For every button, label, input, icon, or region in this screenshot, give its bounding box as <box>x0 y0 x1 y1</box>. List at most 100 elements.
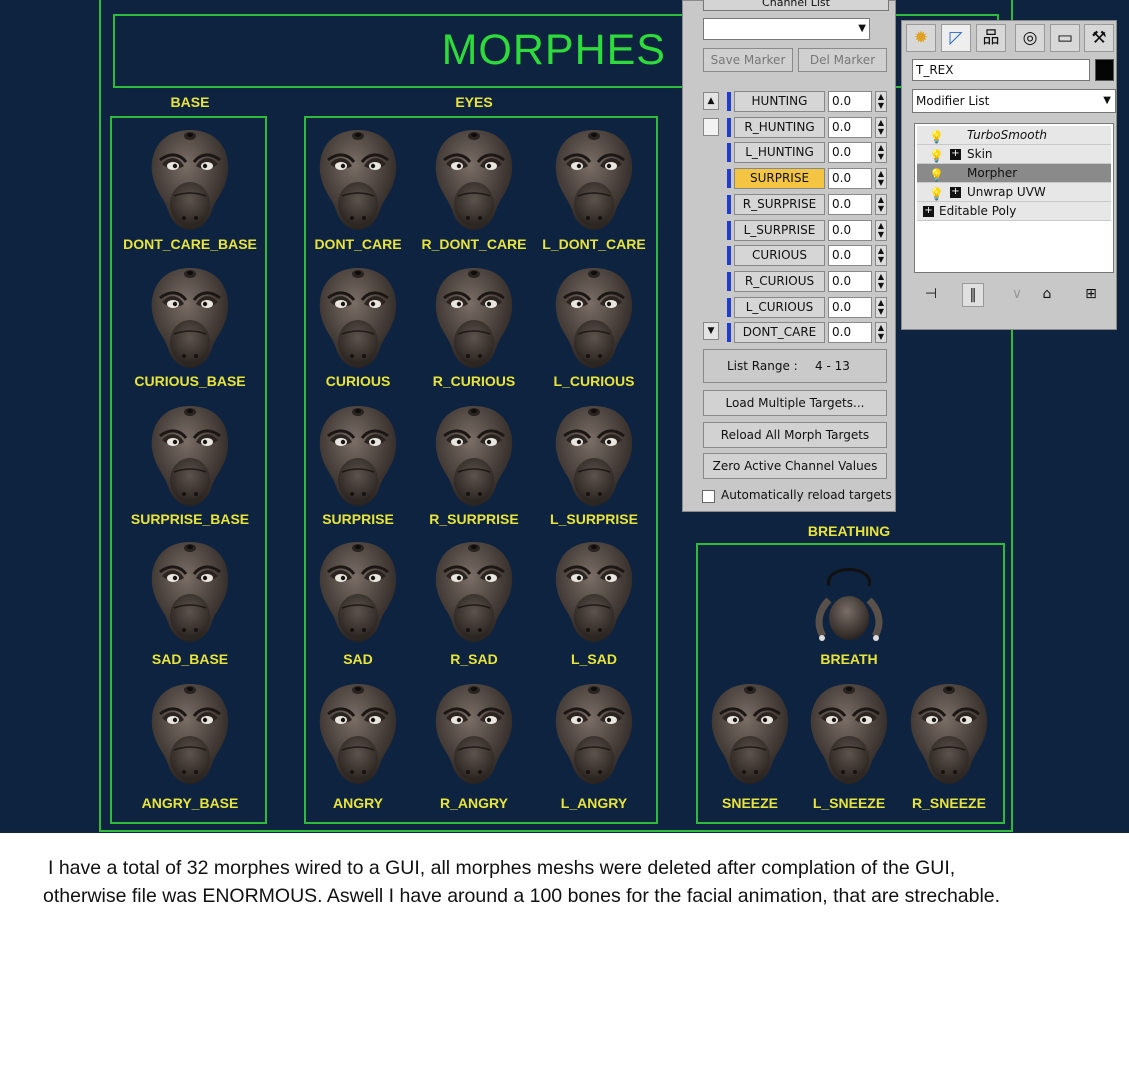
channel-name-button[interactable]: R_SURPRISE <box>734 194 825 215</box>
eyes-morph-2-2-label[interactable]: L_SURPRISE <box>550 511 638 527</box>
channel-row[interactable]: SURPRISE 0.0 ▲ ▼ <box>703 167 889 189</box>
eyes-morph-0-0-thumbnail[interactable] <box>312 124 404 232</box>
base-morph-1-thumbnail[interactable] <box>144 262 236 370</box>
channel-name-button[interactable]: CURIOUS <box>734 245 825 266</box>
channel-value-spinner[interactable]: ▲ ▼ <box>875 168 887 189</box>
eyes-morph-2-0-label[interactable]: SURPRISE <box>322 511 394 527</box>
channel-name-button[interactable]: L_SURPRISE <box>734 220 825 241</box>
channel-value-field[interactable]: 0.0 <box>828 117 872 138</box>
tab-motion[interactable]: ◎ <box>1015 24 1045 52</box>
channel-value-field[interactable]: 0.0 <box>828 322 872 343</box>
channel-row[interactable]: L_SURPRISE 0.0 ▲ ▼ <box>703 219 889 241</box>
viewport[interactable]: MORPHES BASE EYES BREATHING DONT_CARE_BA… <box>0 0 1129 833</box>
zero-active-channel-values-button[interactable]: Zero Active Channel Values <box>703 453 887 479</box>
base-morph-0-thumbnail[interactable] <box>144 124 236 232</box>
eyes-morph-3-2-label[interactable]: L_SAD <box>571 651 617 667</box>
stack-item-unwrap-uvw[interactable]: 💡 + Unwrap UVW <box>917 183 1111 202</box>
channel-row[interactable]: R_SURPRISE 0.0 ▲ ▼ <box>703 193 889 215</box>
channel-value-spinner[interactable]: ▲ ▼ <box>875 322 887 343</box>
sneeze-morph-0-thumbnail[interactable] <box>704 678 796 786</box>
channel-value-field[interactable]: 0.0 <box>828 168 872 189</box>
sneeze-morph-2-label[interactable]: R_SNEEZE <box>912 795 986 811</box>
channel-value-field[interactable]: 0.0 <box>828 245 872 266</box>
eyes-morph-2-2-thumbnail[interactable] <box>548 400 640 508</box>
channel-row[interactable]: HUNTING 0.0 ▲ ▼ <box>703 90 889 112</box>
tab-create[interactable]: ✹ <box>906 24 936 52</box>
auto-reload-checkbox[interactable] <box>702 490 715 503</box>
channel-name-button[interactable]: R_HUNTING <box>734 117 825 138</box>
eyes-morph-4-2-label[interactable]: L_ANGRY <box>561 795 627 811</box>
channel-value-field[interactable]: 0.0 <box>828 220 872 241</box>
eyes-morph-1-2-label[interactable]: L_CURIOUS <box>554 373 635 389</box>
modifier-list-dropdown[interactable]: Modifier List ▼ <box>912 89 1116 113</box>
channel-value-field[interactable]: 0.0 <box>828 142 872 163</box>
channel-value-field[interactable]: 0.0 <box>828 194 872 215</box>
tab-hierarchy[interactable]: 品 <box>976 24 1006 52</box>
channel-name-button[interactable]: L_CURIOUS <box>734 297 825 318</box>
sneeze-morph-1-label[interactable]: L_SNEEZE <box>813 795 885 811</box>
object-color-swatch[interactable] <box>1095 59 1114 81</box>
channel-value-field[interactable]: 0.0 <box>828 297 872 318</box>
sneeze-morph-2-thumbnail[interactable] <box>903 678 995 786</box>
tab-display[interactable]: ▭ <box>1050 24 1080 52</box>
stack-item-morpher[interactable]: 💡 Morpher <box>917 164 1111 183</box>
eyes-morph-4-2-thumbnail[interactable] <box>548 678 640 786</box>
pin-stack-button[interactable]: ⊣ <box>920 283 942 307</box>
channel-value-spinner[interactable]: ▲ ▼ <box>875 297 887 318</box>
del-marker-button[interactable]: Del Marker <box>798 48 887 72</box>
eyes-morph-3-1-label[interactable]: R_SAD <box>450 651 497 667</box>
channel-row[interactable]: L_CURIOUS 0.0 ▲ ▼ <box>703 296 889 318</box>
eyes-morph-1-2-thumbnail[interactable] <box>548 262 640 370</box>
channel-name-button[interactable]: HUNTING <box>734 91 825 112</box>
channel-value-spinner[interactable]: ▲ ▼ <box>875 194 887 215</box>
show-end-result-button[interactable]: ‖ <box>962 283 984 307</box>
eyes-morph-3-1-thumbnail[interactable] <box>428 536 520 644</box>
channel-row[interactable]: R_HUNTING 0.0 ▲ ▼ <box>703 116 889 138</box>
marker-dropdown[interactable]: ▼ <box>703 18 870 40</box>
eyes-morph-4-1-thumbnail[interactable] <box>428 678 520 786</box>
base-morph-1-label[interactable]: CURIOUS_BASE <box>134 373 245 389</box>
eyes-morph-2-1-label[interactable]: R_SURPRISE <box>429 511 518 527</box>
eyes-morph-0-1-label[interactable]: R_DONT_CARE <box>421 236 526 252</box>
eyes-morph-1-0-label[interactable]: CURIOUS <box>326 373 391 389</box>
eyes-morph-0-2-thumbnail[interactable] <box>548 124 640 232</box>
eyes-morph-3-2-thumbnail[interactable] <box>548 536 640 644</box>
channel-value-field[interactable]: 0.0 <box>828 91 872 112</box>
breath-label[interactable]: BREATH <box>820 651 877 667</box>
eyes-morph-1-1-thumbnail[interactable] <box>428 262 520 370</box>
eyes-morph-3-0-thumbnail[interactable] <box>312 536 404 644</box>
expand-icon[interactable]: + <box>923 206 934 217</box>
base-morph-4-label[interactable]: ANGRY_BASE <box>142 795 239 811</box>
eyes-morph-2-0-thumbnail[interactable] <box>312 400 404 508</box>
eyes-morph-1-0-thumbnail[interactable] <box>312 262 404 370</box>
sneeze-morph-1-thumbnail[interactable] <box>803 678 895 786</box>
channel-value-spinner[interactable]: ▲ ▼ <box>875 271 887 292</box>
channel-row[interactable]: R_CURIOUS 0.0 ▲ ▼ <box>703 270 889 292</box>
channel-value-spinner[interactable]: ▲ ▼ <box>875 220 887 241</box>
channel-row[interactable]: L_HUNTING 0.0 ▲ ▼ <box>703 141 889 163</box>
channel-value-spinner[interactable]: ▲ ▼ <box>875 245 887 266</box>
stack-item-turbosmooth[interactable]: 💡 TurboSmooth <box>917 126 1111 145</box>
base-morph-0-label[interactable]: DONT_CARE_BASE <box>123 236 257 252</box>
make-unique-button[interactable]: ∨ <box>1006 283 1028 307</box>
eyes-morph-0-2-label[interactable]: L_DONT_CARE <box>542 236 645 252</box>
channel-row[interactable]: CURIOUS 0.0 ▲ ▼ <box>703 244 889 266</box>
remove-modifier-button[interactable]: ⌂ <box>1036 283 1058 307</box>
eyes-morph-4-1-label[interactable]: R_ANGRY <box>440 795 508 811</box>
save-marker-button[interactable]: Save Marker <box>703 48 793 72</box>
tab-utilities[interactable]: ⚒ <box>1084 24 1114 52</box>
expand-icon[interactable]: + <box>950 149 961 160</box>
stack-item-editable-poly[interactable]: + Editable Poly <box>917 202 1111 221</box>
configure-modifier-sets-button[interactable]: ⊞ <box>1080 283 1102 307</box>
eyes-morph-1-1-label[interactable]: R_CURIOUS <box>433 373 515 389</box>
eyes-morph-0-0-label[interactable]: DONT_CARE <box>314 236 401 252</box>
channel-value-field[interactable]: 0.0 <box>828 271 872 292</box>
eyes-morph-2-1-thumbnail[interactable] <box>428 400 520 508</box>
reload-all-morph-targets-button[interactable]: Reload All Morph Targets <box>703 422 887 448</box>
channel-row[interactable]: DONT_CARE 0.0 ▲ ▼ <box>703 321 889 343</box>
object-name-field[interactable]: T_REX <box>912 59 1090 81</box>
channel-name-button[interactable]: DONT_CARE <box>734 322 825 343</box>
channel-name-button[interactable]: L_HUNTING <box>734 142 825 163</box>
base-morph-4-thumbnail[interactable] <box>144 678 236 786</box>
tab-modify[interactable]: ◸ <box>941 24 971 52</box>
